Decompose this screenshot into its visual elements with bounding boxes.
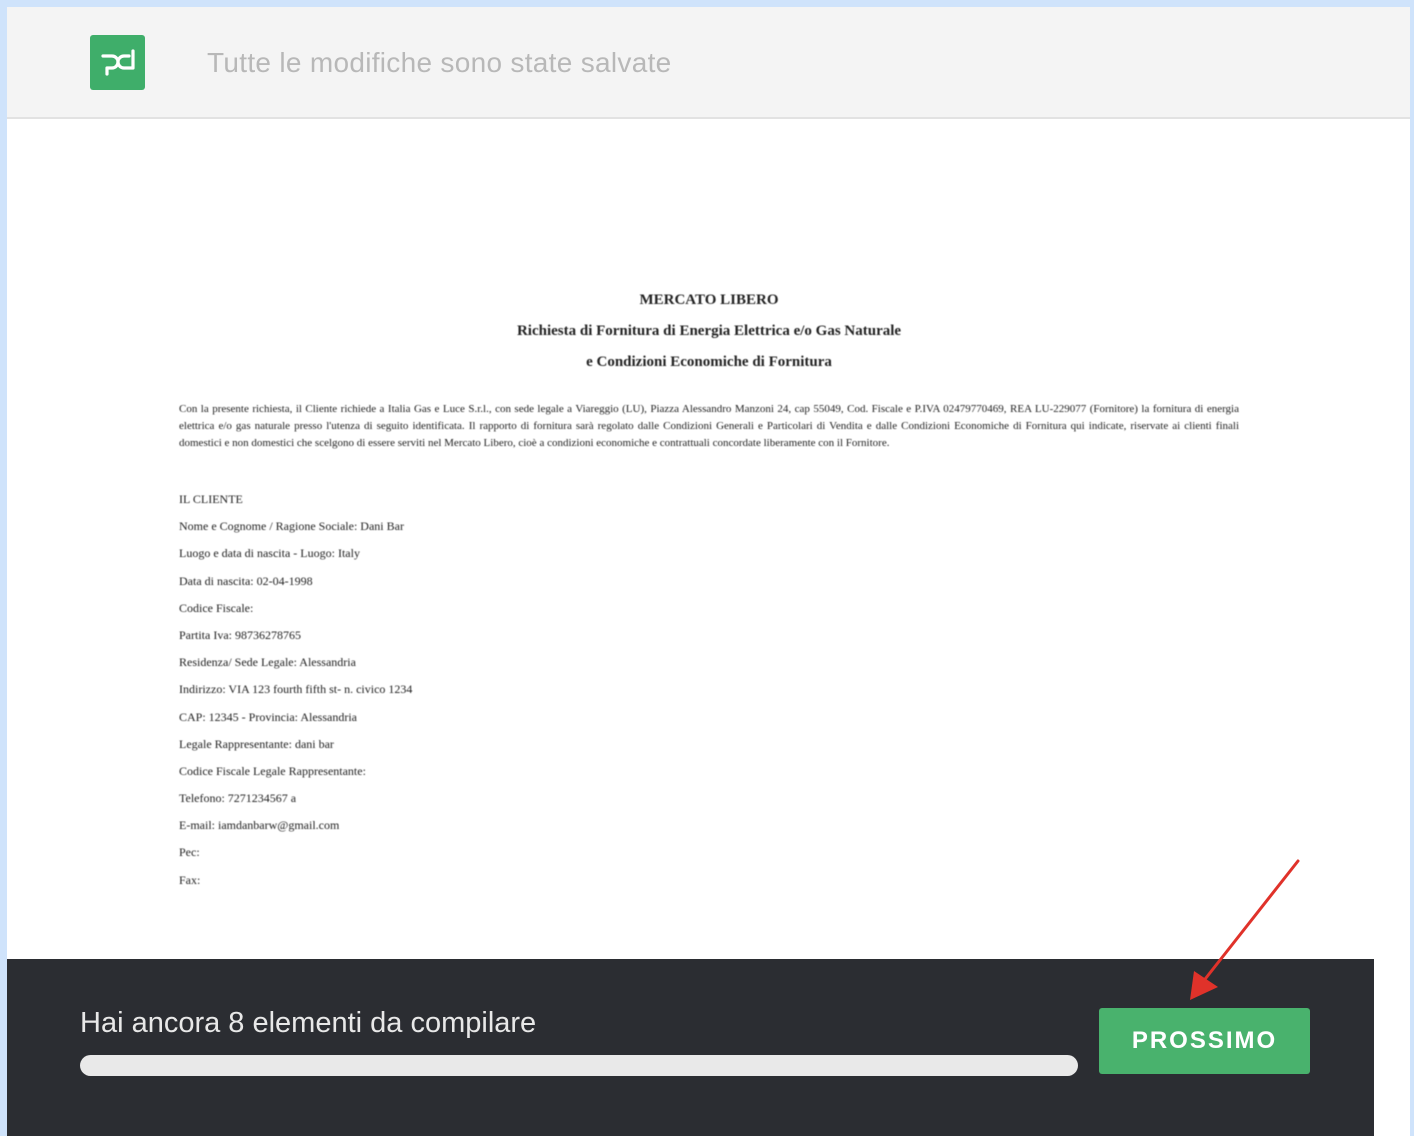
- document-subtitle-2: e Condizioni Economiche di Fornitura: [586, 354, 832, 370]
- save-status-text: Tutte le modifiche sono state salvate: [207, 47, 672, 78]
- field-cf-legale-rappresentante[interactable]: Codice Fiscale Legale Rappresentante:: [179, 758, 1239, 785]
- field-partita-iva[interactable]: Partita Iva: 98736278765: [179, 622, 1239, 649]
- top-bar: Tutte le modifiche sono state salvate: [7, 7, 1410, 119]
- logo-glyph: [100, 48, 135, 76]
- document-page: MERCATO LIBERO Richiesta di Fornitura di…: [179, 292, 1239, 894]
- completion-footer: Hai ancora 8 elementi da compilare PROSS…: [7, 959, 1374, 1136]
- annotation-arrow-icon: [1190, 859, 1300, 1000]
- field-pec[interactable]: Pec:: [179, 839, 1239, 866]
- field-legale-rappresentante[interactable]: Legale Rappresentante: dani bar: [179, 731, 1239, 758]
- pandadoc-logo-icon[interactable]: [90, 35, 145, 90]
- field-luogo-nascita[interactable]: Luogo e data di nascita - Luogo: Italy: [179, 540, 1239, 567]
- section-title-cliente: IL CLIENTE: [179, 492, 243, 506]
- field-fax[interactable]: Fax:: [179, 867, 1239, 894]
- field-email[interactable]: E-mail: iamdanbarw@gmail.com: [179, 812, 1239, 839]
- field-residenza[interactable]: Residenza/ Sede Legale: Alessandria: [179, 649, 1239, 676]
- field-nome-cognome[interactable]: Nome e Cognome / Ragione Sociale: Dani B…: [179, 513, 1239, 540]
- remaining-fields-text: Hai ancora 8 elementi da compilare: [80, 1007, 537, 1039]
- document-title: MERCATO LIBERO: [639, 292, 779, 308]
- document-intro-paragraph: Con la presente richiesta, il Cliente ri…: [179, 403, 1239, 449]
- field-codice-fiscale[interactable]: Codice Fiscale:: [179, 595, 1239, 622]
- completion-progress-bar: [80, 1055, 1078, 1076]
- field-indirizzo[interactable]: Indirizzo: VIA 123 fourth fifth st- n. c…: [179, 676, 1239, 703]
- field-telefono[interactable]: Telefono: 7271234567 a: [179, 785, 1239, 812]
- next-button[interactable]: PROSSIMO: [1099, 1008, 1310, 1074]
- document-subtitle: Richiesta di Fornitura di Energia Elettr…: [516, 323, 902, 339]
- field-cap-provincia[interactable]: CAP: 12345 - Provincia: Alessandria: [179, 704, 1239, 731]
- field-data-nascita[interactable]: Data di nascita: 02-04-1998: [179, 568, 1239, 595]
